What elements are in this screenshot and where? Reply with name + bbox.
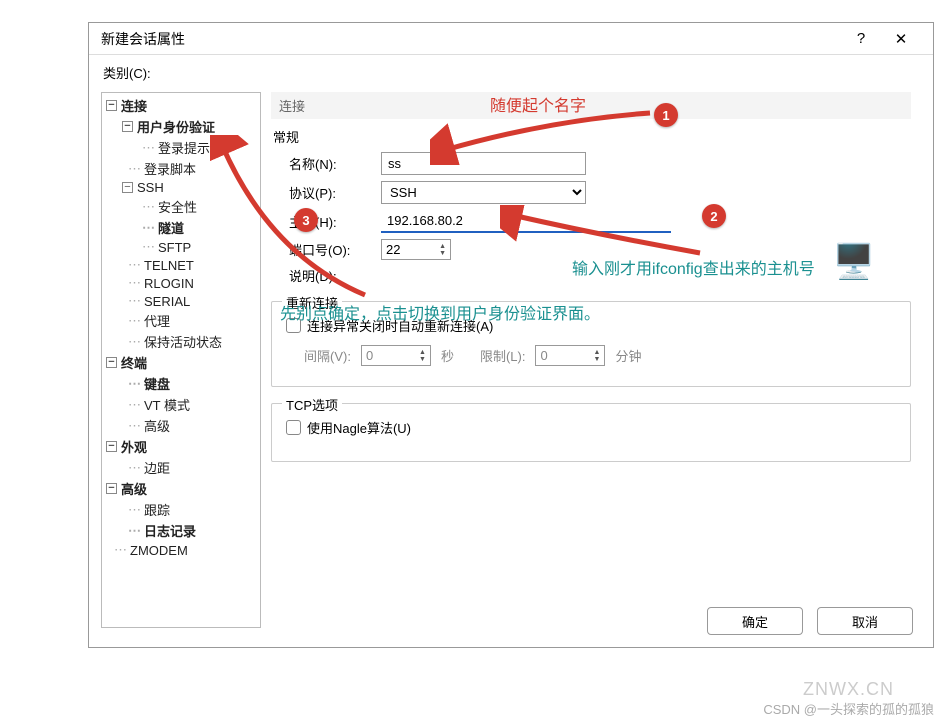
watermark-znwx: ZNWX.CN <box>803 679 894 700</box>
tree-auth[interactable]: −用户身份验证 <box>102 116 260 137</box>
row-protocol: 协议(P): SSH <box>271 181 911 204</box>
name-label: 名称(N): <box>271 154 381 173</box>
tree-vtmode[interactable]: ⋯VT 模式 <box>102 394 260 415</box>
port-label: 端口号(O): <box>271 240 381 259</box>
tree-telnet[interactable]: ⋯TELNET <box>102 256 260 274</box>
host-input[interactable] <box>381 210 671 233</box>
tree-tunnel[interactable]: ⋯隧道 <box>102 217 260 238</box>
annotation-3-text: 先别点确定，点击切换到用户身份验证界面。 <box>280 300 600 324</box>
tree-advanced[interactable]: −高级 <box>102 478 260 499</box>
tree-connection[interactable]: −连接 <box>102 95 260 116</box>
badge-3: 3 <box>294 208 318 232</box>
tree-terminal[interactable]: −终端 <box>102 352 260 373</box>
tree-margin[interactable]: ⋯边距 <box>102 457 260 478</box>
tree-login-prompt[interactable]: ⋯登录提示符 <box>102 137 260 158</box>
tree-trace[interactable]: ⋯跟踪 <box>102 499 260 520</box>
badge-2: 2 <box>702 204 726 228</box>
protocol-select[interactable]: SSH <box>381 181 586 204</box>
cancel-button[interactable]: 取消 <box>817 607 913 635</box>
desc-label: 说明(D): <box>271 266 381 285</box>
tree-zmodem[interactable]: ⋯ZMODEM <box>102 541 260 559</box>
row-name: 名称(N): <box>271 152 911 175</box>
close-button[interactable]: ✕ <box>881 30 921 48</box>
tree-security[interactable]: ⋯安全性 <box>102 196 260 217</box>
settings-pane: 连接 常规 名称(N): 协议(P): SSH 主机(H): 端口号(O): ▲… <box>261 92 921 628</box>
nagle-checkbox[interactable]: 使用Nagle算法(U) <box>286 418 896 437</box>
category-label: 类别(C): <box>89 55 933 84</box>
tree-keepalive[interactable]: ⋯保持活动状态 <box>102 331 260 352</box>
tree-rlogin[interactable]: ⋯RLOGIN <box>102 274 260 292</box>
ok-button[interactable]: 确定 <box>707 607 803 635</box>
network-icon: 🖥️ <box>833 242 875 282</box>
tcp-group: TCP选项 使用Nagle算法(U) <box>271 403 911 462</box>
sec-label: 秒 <box>441 346 454 365</box>
protocol-label: 协议(P): <box>271 183 381 202</box>
help-button[interactable]: ? <box>841 30 881 47</box>
interval-label: 间隔(V): <box>286 346 351 365</box>
min-label: 分钟 <box>615 346 641 365</box>
tree-proxy[interactable]: ⋯代理 <box>102 310 260 331</box>
category-tree[interactable]: −连接 −用户身份验证 ⋯登录提示符 ⋯登录脚本 −SSH ⋯安全性 ⋯隧道 ⋯… <box>101 92 261 628</box>
general-label: 常规 <box>273 127 911 146</box>
port-spinner[interactable]: ▲▼ <box>381 239 451 260</box>
row-host: 主机(H): <box>271 210 911 233</box>
content: −连接 −用户身份验证 ⋯登录提示符 ⋯登录脚本 −SSH ⋯安全性 ⋯隧道 ⋯… <box>89 84 933 628</box>
interval-spinner[interactable]: ▲▼ <box>361 345 431 366</box>
badge-1: 1 <box>654 103 678 127</box>
tcp-legend: TCP选项 <box>282 395 342 414</box>
tree-appearance[interactable]: −外观 <box>102 436 260 457</box>
tree-serial[interactable]: ⋯SERIAL <box>102 292 260 310</box>
tree-sftp[interactable]: ⋯SFTP <box>102 238 260 256</box>
tree-keyboard[interactable]: ⋯键盘 <box>102 373 260 394</box>
section-title: 连接 <box>271 92 911 119</box>
watermark-csdn: CSDN @一头探索的孤的孤狼 <box>763 699 934 718</box>
footer: 确定 取消 <box>707 607 913 635</box>
limit-label: 限制(L): <box>480 346 526 365</box>
titlebar: 新建会话属性 ? ✕ <box>89 23 933 55</box>
dialog-title: 新建会话属性 <box>101 29 841 49</box>
tree-login-script[interactable]: ⋯登录脚本 <box>102 158 260 179</box>
host-label: 主机(H): <box>271 212 381 231</box>
limit-spinner[interactable]: ▲▼ <box>535 345 605 366</box>
tree-ssh[interactable]: −SSH <box>102 179 260 196</box>
annotation-2-text: 输入刚才用ifconfig查出来的主机号 <box>572 255 815 279</box>
tree-log[interactable]: ⋯日志记录 <box>102 520 260 541</box>
name-input[interactable] <box>381 152 586 175</box>
annotation-1-text: 随便起个名字 <box>490 92 586 116</box>
tree-advanced-t[interactable]: ⋯高级 <box>102 415 260 436</box>
